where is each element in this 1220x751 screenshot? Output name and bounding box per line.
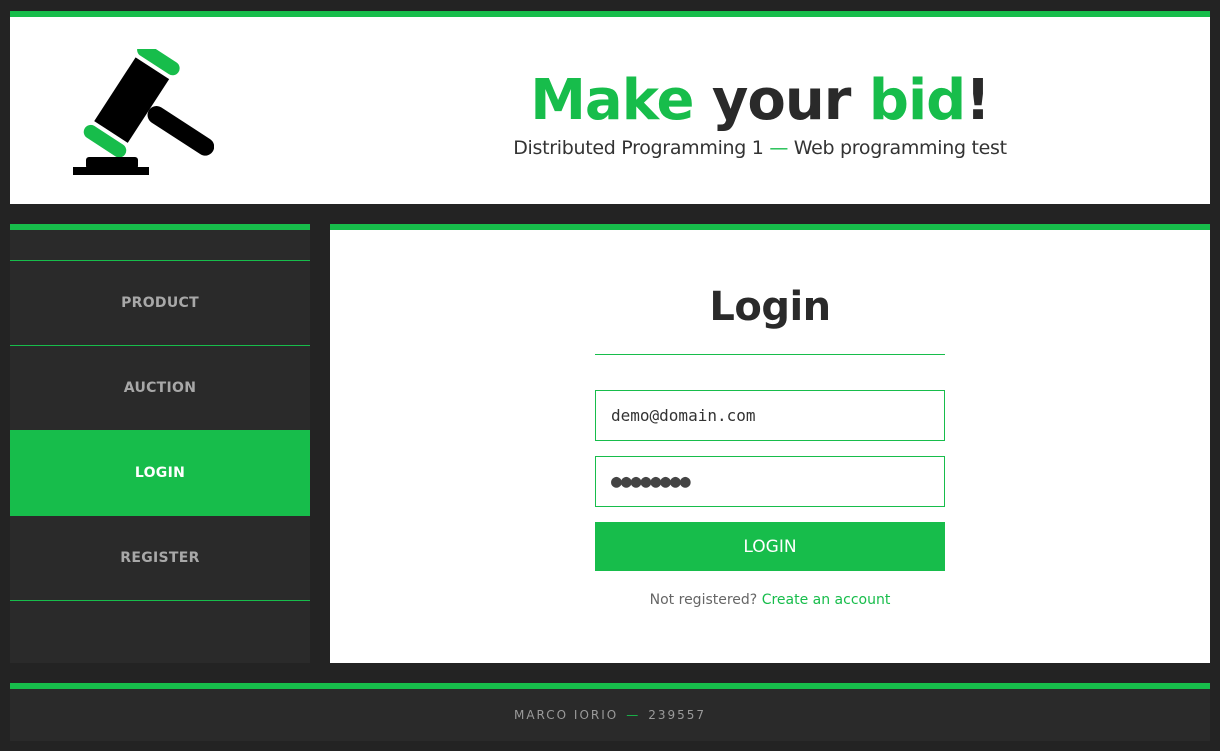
sidebar-item-login[interactable]: LOGIN	[10, 431, 310, 516]
site-header: Make your bid! Distributed Programming 1…	[10, 11, 1210, 204]
footer-student-id: 239557	[648, 708, 707, 722]
register-prompt: Not registered? Create an account	[330, 592, 1210, 608]
register-prompt-text: Not registered?	[649, 592, 762, 608]
create-account-link[interactable]: Create an account	[762, 592, 891, 608]
gavel-icon	[73, 49, 214, 175]
subtitle-test: Web programming test	[793, 137, 1007, 159]
footer-separator: —	[626, 708, 641, 722]
password-field[interactable]: ●●●●●●●●	[595, 456, 945, 507]
main-panel: Login demo@domain.com ●●●●●●●● LOGIN Not…	[330, 224, 1210, 663]
email-field[interactable]: demo@domain.com	[595, 390, 945, 441]
sidebar-item-register[interactable]: REGISTER	[10, 516, 310, 601]
title-exclamation: !	[965, 68, 991, 133]
title-your: your	[693, 68, 869, 133]
page-title: Login	[709, 284, 831, 330]
footer-author: MARCO IORIO	[513, 708, 619, 722]
brand: Make your bid! Distributed Programming 1…	[310, 69, 1210, 160]
login-button[interactable]: LOGIN	[595, 522, 945, 571]
subtitle-separator: —	[763, 137, 794, 159]
site-title: Make your bid!	[310, 69, 1210, 133]
title-make: Make	[530, 68, 694, 133]
sidebar-nav: PRODUCT AUCTION LOGIN REGISTER	[10, 260, 310, 601]
subtitle-course: Distributed Programming 1	[513, 137, 764, 159]
site-footer: MARCO IORIO — 239557	[10, 683, 1210, 741]
sidebar-item-auction[interactable]: AUCTION	[10, 346, 310, 431]
sidebar-item-product[interactable]: PRODUCT	[10, 261, 310, 346]
site-subtitle: Distributed Programming 1 — Web programm…	[310, 137, 1210, 159]
title-bid: bid	[868, 68, 966, 133]
title-divider	[595, 354, 945, 355]
sidebar: PRODUCT AUCTION LOGIN REGISTER	[10, 224, 310, 663]
